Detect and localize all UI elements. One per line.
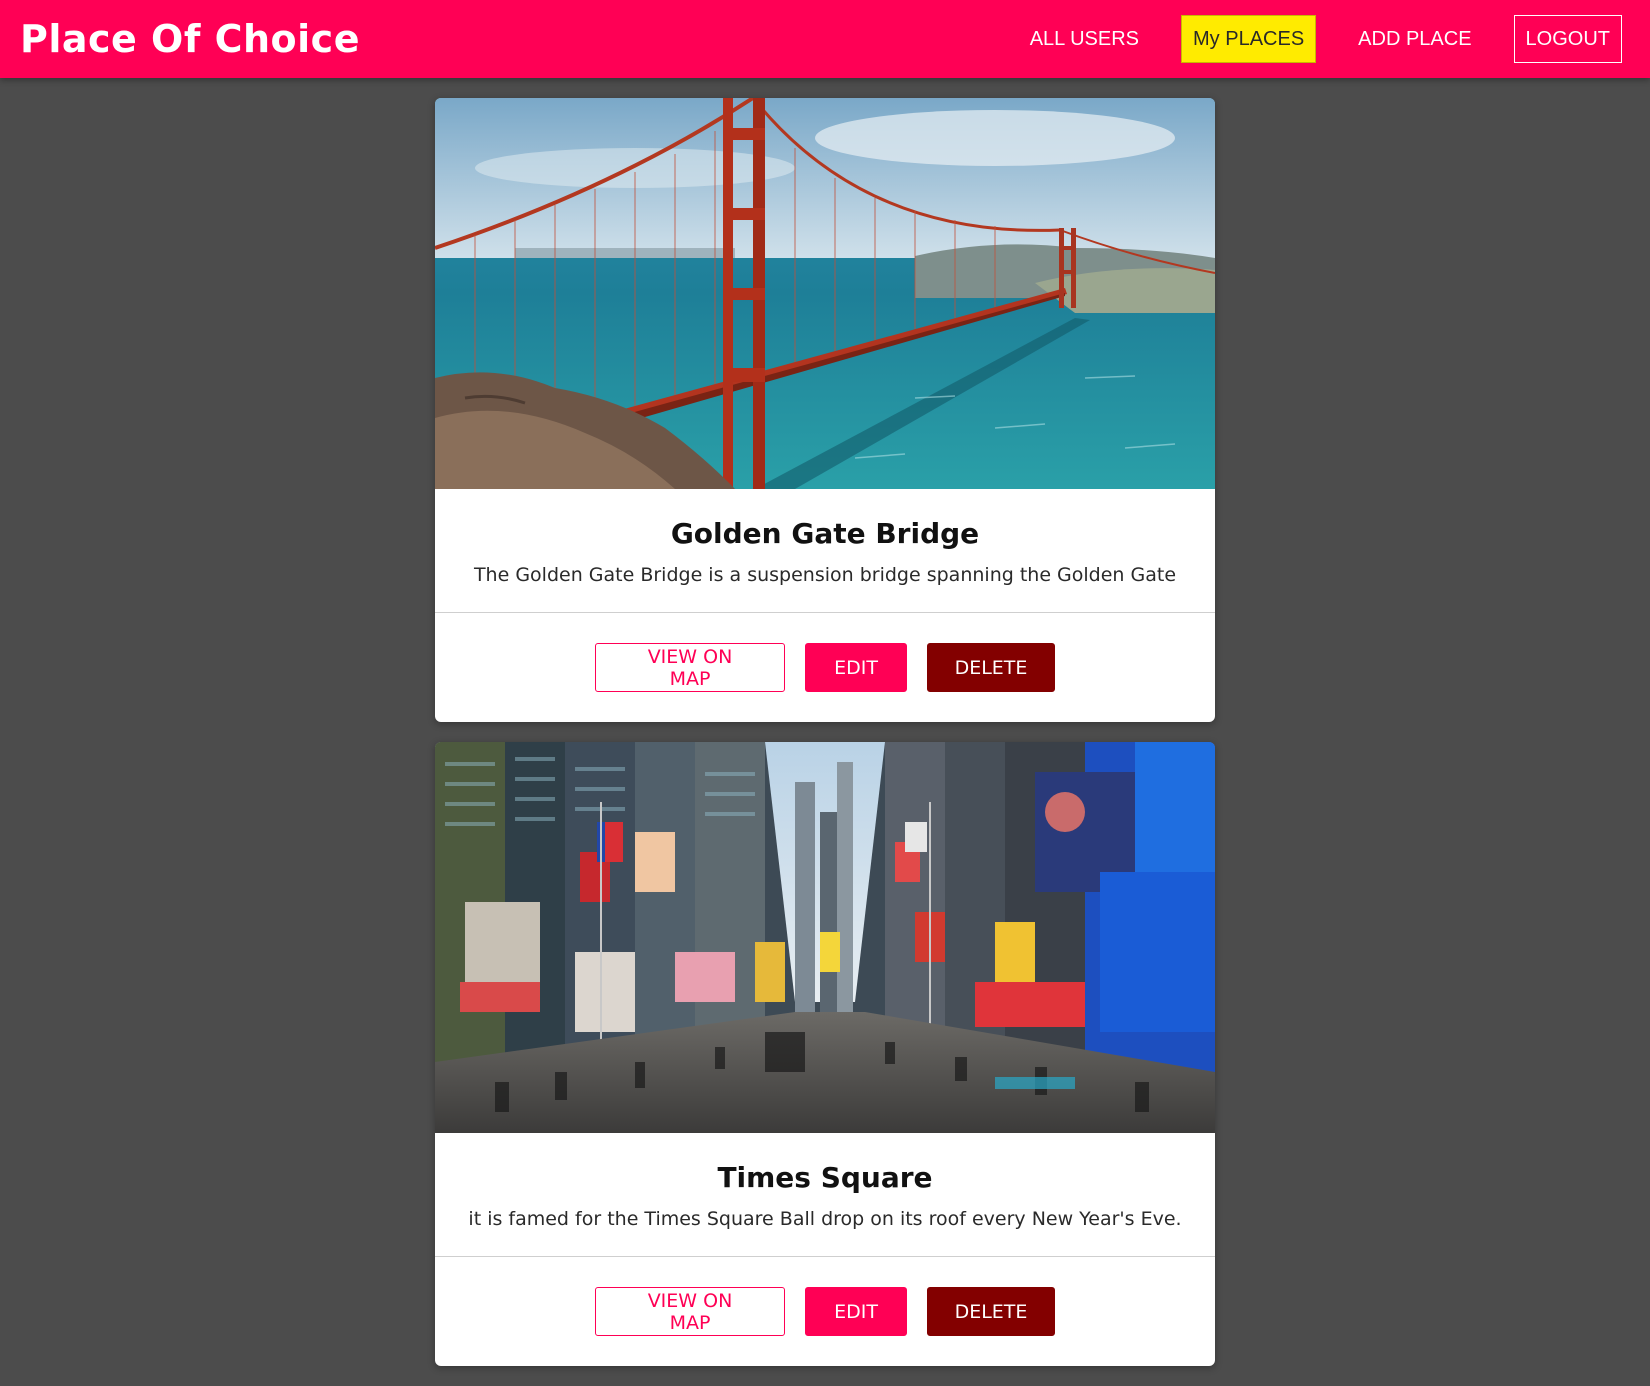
place-info: Times Square it is famed for the Times S… [435,1133,1215,1257]
view-on-map-button[interactable]: VIEW ON MAP [595,1287,785,1336]
times-square-illustration [435,742,1215,1133]
place-title: Golden Gate Bridge [670,517,980,550]
delete-button[interactable]: DELETE [927,643,1055,692]
place-description: The Golden Gate Bridge is a suspension b… [473,564,1177,586]
view-on-map-button[interactable]: VIEW ON MAP [595,643,785,692]
place-title: Times Square [717,1161,933,1194]
edit-button[interactable]: EDIT [805,1287,907,1336]
place-image-golden-gate-bridge [435,98,1215,489]
nav-add-place[interactable]: ADD PLACE [1346,15,1483,63]
edit-button[interactable]: EDIT [805,643,907,692]
golden-gate-bridge-illustration [435,98,1215,489]
place-actions: VIEW ON MAP EDIT DELETE [435,613,1215,722]
delete-button[interactable]: DELETE [927,1287,1055,1336]
place-item: Golden Gate Bridge The Golden Gate Bridg… [435,98,1215,722]
site-title-link[interactable]: Place Of Choice [20,17,360,61]
nav-all-users[interactable]: ALL USERS [1018,15,1151,63]
place-image-times-square [435,742,1215,1133]
nav-my-places[interactable]: My PLACES [1181,15,1317,63]
nav-logout-button[interactable]: LOGOUT [1513,15,1622,63]
place-item: Times Square it is famed for the Times S… [435,742,1215,1366]
place-info: Golden Gate Bridge The Golden Gate Bridg… [435,489,1215,613]
place-description: it is famed for the Times Square Ball dr… [468,1208,1182,1230]
place-list: Golden Gate Bridge The Golden Gate Bridg… [435,98,1215,1386]
main-navigation: ALL USERS My PLACES ADD PLACE LOGOUT [1018,15,1630,63]
main-header: Place Of Choice ALL USERS My PLACES ADD … [0,0,1650,78]
place-actions: VIEW ON MAP EDIT DELETE [435,1257,1215,1366]
